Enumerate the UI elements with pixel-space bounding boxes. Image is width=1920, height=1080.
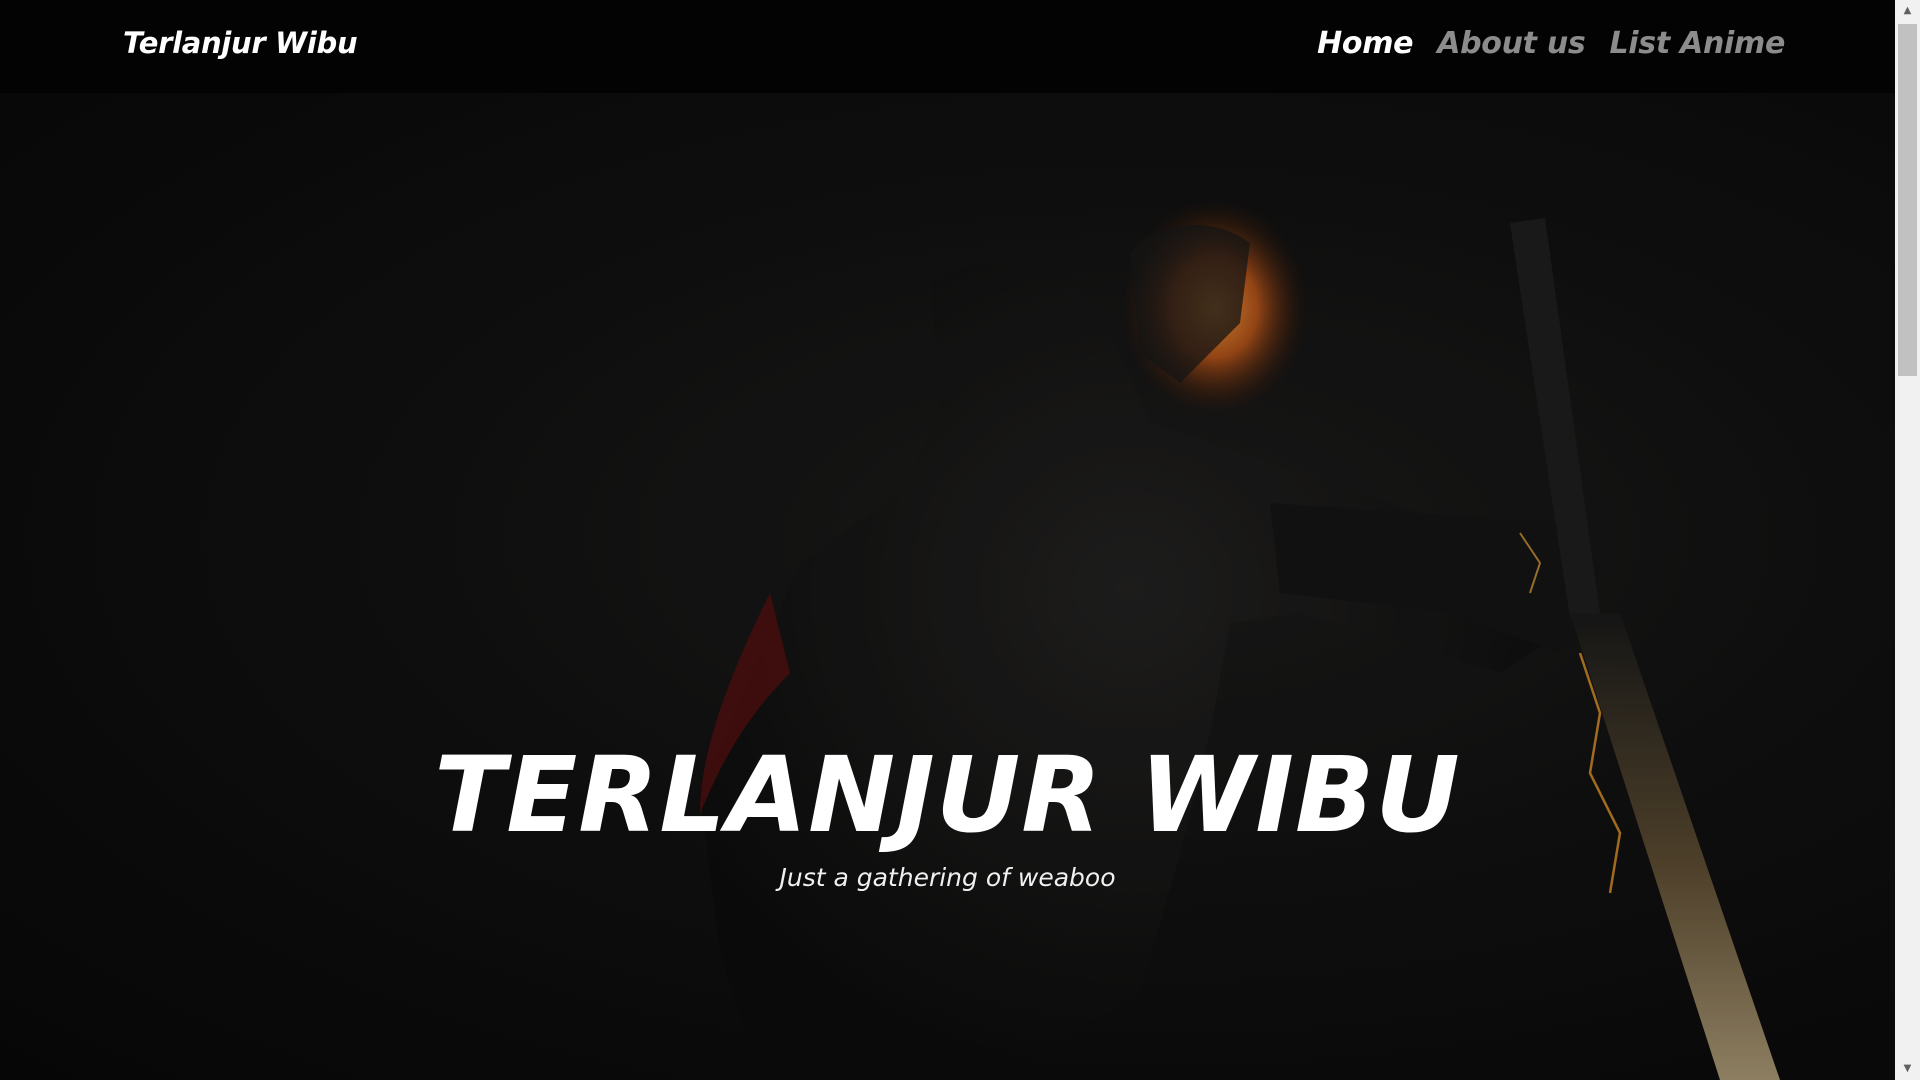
- hero-subtitle: Just a gathering of weaboo: [779, 863, 1116, 892]
- nav-links: Home About us List Anime: [1317, 26, 1785, 61]
- nav-link-list-anime[interactable]: List Anime: [1609, 26, 1785, 61]
- nav-link-home[interactable]: Home: [1317, 26, 1413, 61]
- nav-link-about-us[interactable]: About us: [1437, 26, 1586, 61]
- hero-background-image: [0, 93, 1895, 1080]
- vertical-scrollbar[interactable]: ▲ ▼: [1895, 0, 1920, 1080]
- navbar: Terlanjur Wibu Home About us List Anime: [0, 0, 1895, 93]
- hero-title: TERLANJUR WIBU: [434, 734, 1461, 856]
- scroll-down-arrow-icon[interactable]: ▼: [1895, 1058, 1920, 1080]
- hero-section: TERLANJUR WIBU Just a gathering of weabo…: [0, 93, 1895, 1080]
- scrollbar-thumb[interactable]: [1898, 24, 1917, 376]
- page: Terlanjur Wibu Home About us List Anime: [0, 0, 1920, 1080]
- brand-logo-link[interactable]: Terlanjur Wibu: [123, 26, 358, 60]
- scroll-up-arrow-icon[interactable]: ▲: [1895, 0, 1920, 22]
